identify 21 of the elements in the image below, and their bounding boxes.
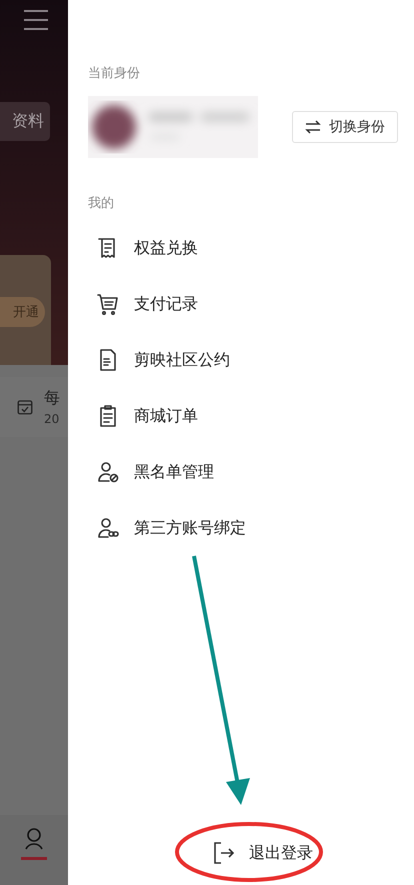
logout-icon (213, 841, 235, 865)
section-label: 我的 (88, 195, 115, 212)
cart-icon (96, 292, 120, 316)
person-icon[interactable] (23, 827, 45, 851)
task-date: 20 (44, 412, 60, 426)
switch-identity-button[interactable]: 切换身份 (292, 111, 398, 143)
menu-icon[interactable] (24, 10, 48, 30)
menu-item[interactable]: 商城订单 (88, 388, 398, 444)
menu-item[interactable]: 黑名单管理 (88, 444, 398, 500)
menu-item[interactable]: 权益兑换 (88, 220, 398, 276)
user-link-icon (96, 516, 120, 540)
section-label: 当前身份 (88, 65, 141, 82)
menu-item[interactable]: 第三方账号绑定 (88, 500, 398, 556)
task-title: 每 (44, 388, 60, 409)
menu-item[interactable]: 支付记录 (88, 276, 398, 332)
logout-button[interactable]: 退出登录 (213, 835, 313, 871)
user-block-icon (96, 460, 120, 484)
swap-icon (305, 120, 321, 134)
menu-item[interactable]: 剪映社区公约 (88, 332, 398, 388)
calendar-check-icon (16, 398, 34, 416)
profile-button[interactable]: 资料 (0, 102, 50, 142)
